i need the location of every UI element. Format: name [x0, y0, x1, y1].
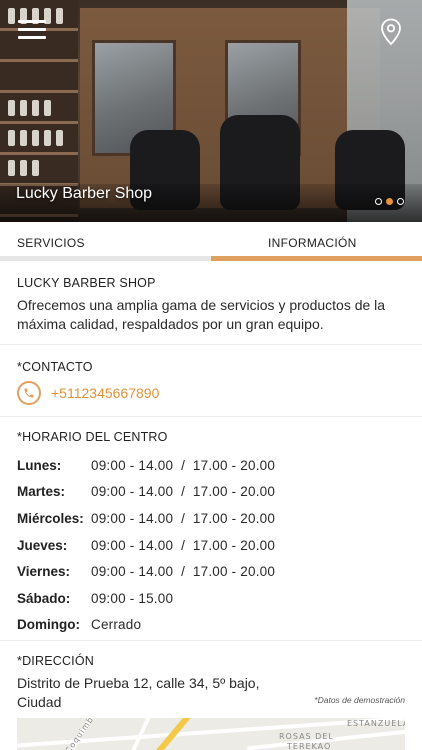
tab-label: INFORMACIÓN: [268, 236, 357, 250]
demo-note: *Datos de demostración: [314, 695, 405, 705]
contact-section: *CONTACTO +5112345667890: [0, 345, 422, 417]
location-pin-icon[interactable]: [380, 18, 402, 46]
tab-informacion[interactable]: INFORMACIÓN: [211, 222, 422, 261]
phone-link[interactable]: +5112345667890: [17, 381, 405, 405]
hours-time: 09:00 - 15.00: [91, 590, 174, 606]
map-label: ESTANZUELA: [347, 719, 405, 728]
about-section: LUCKY BARBER SHOP Ofrecemos una amplia g…: [0, 261, 422, 345]
tab-bar: SERVICIOS INFORMACIÓN: [0, 222, 422, 261]
hours-time: 09:00 - 14.00 / 17.00 - 20.00: [91, 537, 276, 553]
about-title: LUCKY BARBER SHOP: [17, 276, 156, 290]
tab-label: SERVICIOS: [17, 236, 85, 250]
carousel-dot-active[interactable]: [386, 198, 393, 205]
hours-day: Martes:: [17, 484, 66, 500]
hours-row: Sábado: 09:00 - 15.00: [17, 585, 405, 612]
hours-day: Sábado:: [17, 590, 71, 606]
location-map[interactable]: ESTANZUELA ROSAS DEL TEREKAO Coquimbo: [17, 718, 405, 750]
hamburger-menu-icon[interactable]: [18, 20, 46, 40]
hours-day: Domingo:: [17, 617, 80, 633]
carousel-dot[interactable]: [375, 198, 382, 205]
carousel-dots[interactable]: [375, 198, 404, 205]
tab-servicios[interactable]: SERVICIOS: [0, 222, 211, 261]
map-label: Coquimbo: [63, 718, 99, 750]
address-title: *DIRECCIÓN: [17, 654, 95, 668]
hours-row: Martes: 09:00 - 14.00 / 17.00 - 20.00: [17, 479, 405, 506]
hours-title: *HORARIO DEL CENTRO: [17, 430, 168, 444]
map-label: TEREKAO: [287, 742, 332, 750]
info-content[interactable]: LUCKY BARBER SHOP Ofrecemos una amplia g…: [0, 261, 422, 719]
hours-row: Domingo: Cerrado: [17, 612, 405, 639]
address-text: Distrito de Prueba 12, calle 34, 5º bajo…: [17, 675, 260, 710]
hours-time: 09:00 - 14.00 / 17.00 - 20.00: [91, 564, 276, 580]
hours-day: Miércoles:: [17, 510, 84, 526]
hours-time: 09:00 - 14.00 / 17.00 - 20.00: [91, 484, 276, 500]
hours-time: 09:00 - 14.00 / 17.00 - 20.00: [91, 510, 276, 526]
shop-title: Lucky Barber Shop: [16, 185, 153, 202]
hours-section: *HORARIO DEL CENTRO Lunes: 09:00 - 14.00 …: [0, 417, 422, 641]
map-label: ROSAS DEL: [279, 732, 334, 741]
address-section: *DIRECCIÓN Distrito de Prueba 12, calle …: [0, 641, 422, 719]
hours-day: Viernes:: [17, 564, 71, 580]
hours-time: 09:00 - 14.00 / 17.00 - 20.00: [91, 457, 276, 473]
carousel-dot[interactable]: [397, 198, 404, 205]
hours-day: Lunes:: [17, 457, 62, 473]
phone-number[interactable]: +5112345667890: [51, 385, 159, 401]
contact-title: *CONTACTO: [17, 360, 93, 374]
hours-row: Miércoles: 09:00 - 14.00 / 17.00 - 20.00: [17, 505, 405, 532]
hours-day: Jueves:: [17, 537, 68, 553]
hours-row: Viernes: 09:00 - 14.00 / 17.00 - 20.00: [17, 558, 405, 585]
phone-icon[interactable]: [17, 381, 41, 405]
hours-row: Jueves: 09:00 - 14.00 / 17.00 - 20.00: [17, 532, 405, 559]
hours-row: Lunes: 09:00 - 14.00 / 17.00 - 20.00: [17, 452, 405, 479]
about-description: Ofrecemos una amplia gama de servicios y…: [17, 297, 386, 332]
hours-time: Cerrado: [91, 617, 142, 633]
hours-list: Lunes: 09:00 - 14.00 / 17.00 - 20.00 Mart…: [17, 452, 405, 638]
hero-image[interactable]: Lucky Barber Shop: [0, 0, 422, 222]
